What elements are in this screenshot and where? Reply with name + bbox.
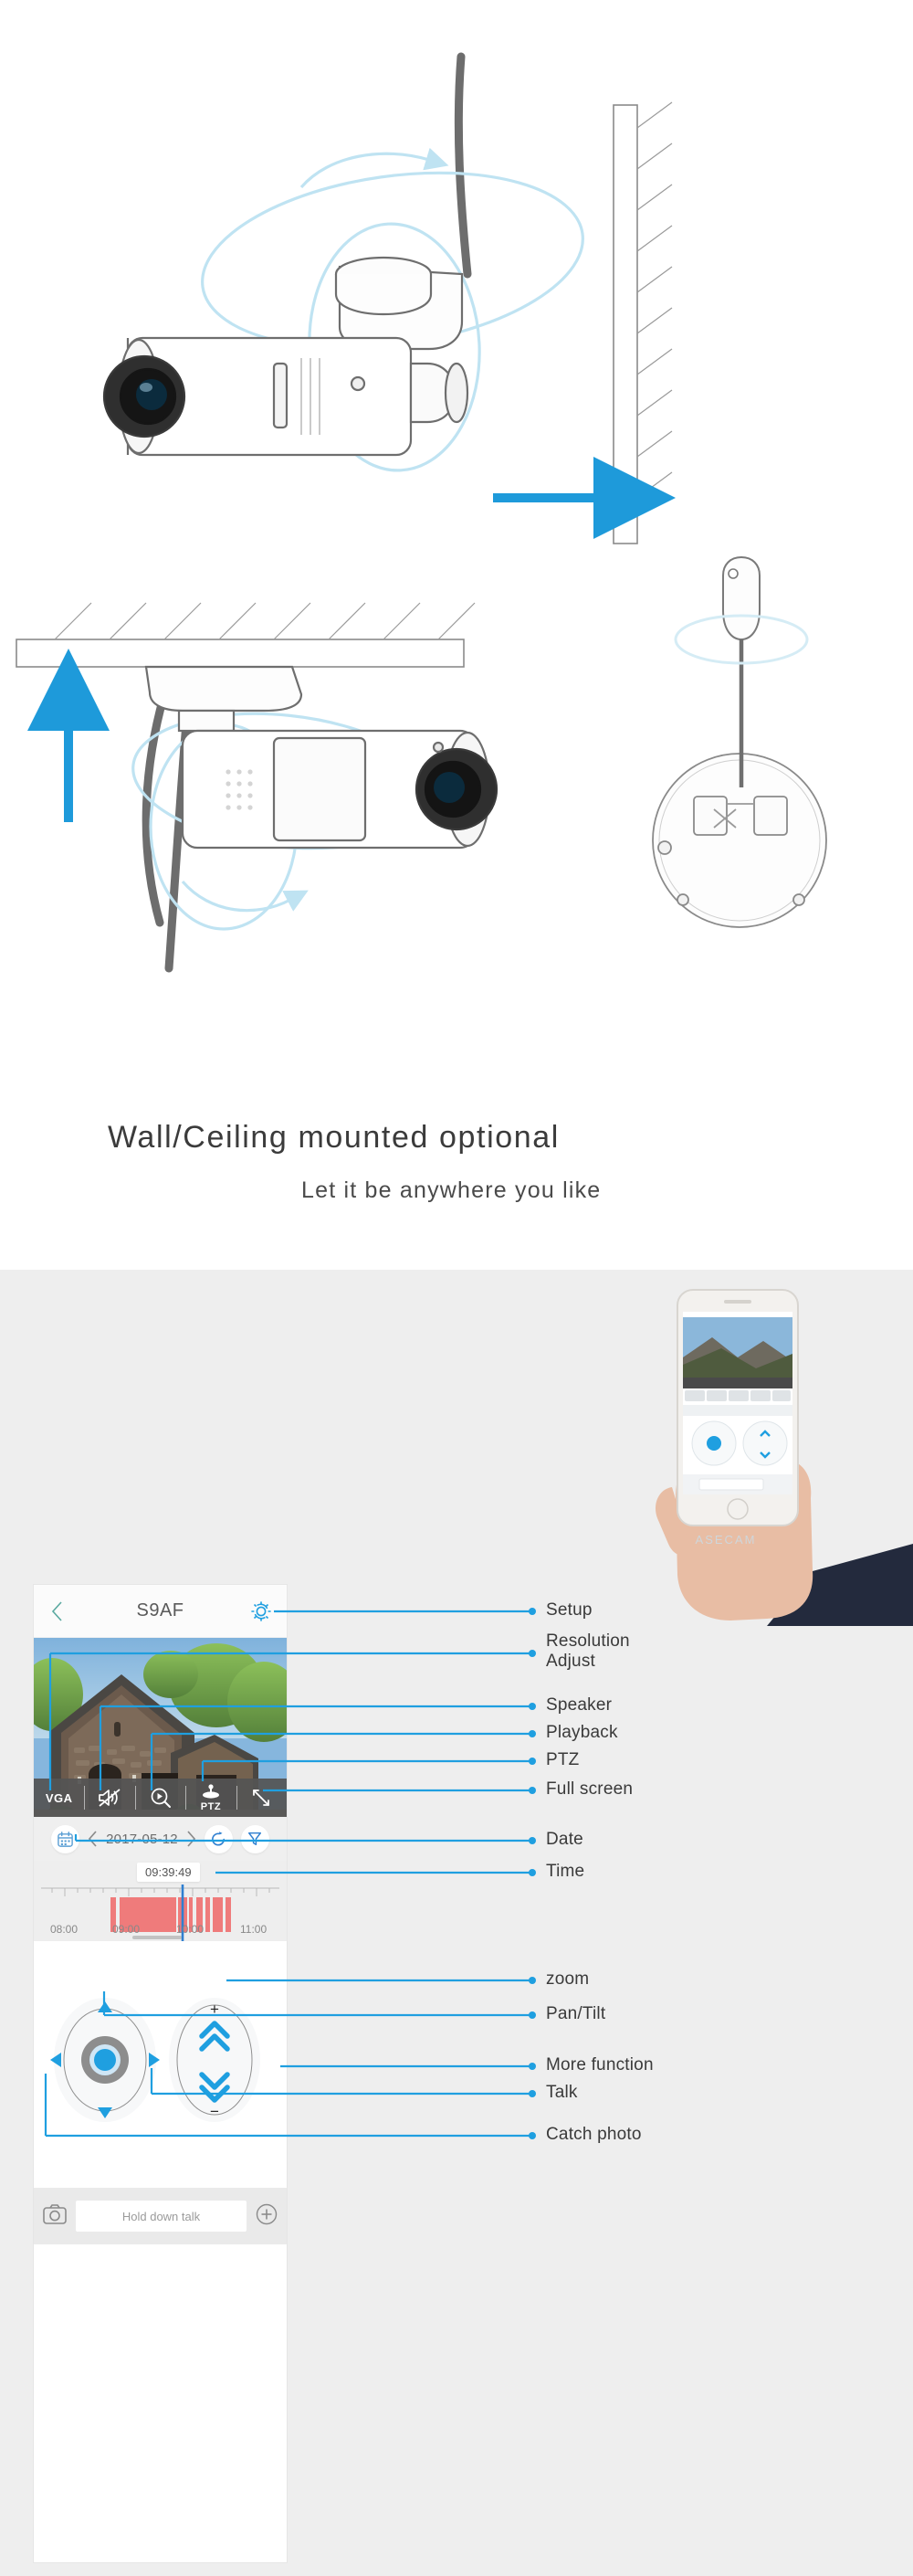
camera-icon [43, 2203, 67, 2224]
app-walkthrough-section: ASECAM S9AF VGA PTZ 2017-05-12 09:39:49 … [0, 1270, 913, 2576]
ceiling-surface [16, 602, 476, 668]
timeline-hour-label: 10:00 [176, 1923, 205, 1936]
svg-text:−: − [210, 2103, 219, 2120]
ptz-label: PTZ [200, 1800, 222, 1812]
annotation-date: Date [546, 1830, 583, 1849]
plus-circle-icon [256, 2203, 278, 2224]
ptz-control-area: + − [34, 1941, 287, 2188]
page-title: Wall/Ceiling mounted optional [108, 1120, 560, 1155]
date-value: 2017-05-12 [106, 1831, 178, 1847]
more-function-button[interactable] [256, 2203, 278, 2230]
annotation-morefunction: More function [546, 2055, 654, 2075]
annotation-ptz: PTZ [546, 1750, 580, 1769]
app-bottom-bar: Hold down talk [34, 2188, 287, 2244]
refresh-icon [211, 1831, 225, 1845]
ptz-controls-svg[interactable]: + − [34, 1941, 287, 2188]
annotation-catchphoto: Catch photo [546, 2125, 642, 2144]
headings-block: Wall/Ceiling mounted optional Let it be … [0, 1120, 913, 1204]
camera-body-wall [102, 256, 469, 457]
mounting-diagrams-svg [16, 52, 827, 973]
talk-placeholder: Hold down talk [121, 2209, 201, 2223]
page-subtitle: Let it be anywhere you like [301, 1177, 602, 1203]
playback-search-icon [151, 1788, 171, 1808]
app-header: S9AF [34, 1585, 287, 1638]
annotation-zoom: zoom [546, 1969, 590, 1989]
product-illustration-section [0, 0, 913, 1270]
camera-body-ceiling [144, 665, 498, 850]
fullscreen-button[interactable] [236, 1779, 287, 1817]
annotation-time: Time [546, 1862, 585, 1881]
prev-day-button[interactable] [88, 1831, 98, 1847]
timeline-hour-label: 09:00 [112, 1923, 141, 1936]
hand-holding-phone-photo: ASECAM [539, 1270, 913, 1626]
joystick-icon [202, 1783, 219, 1799]
calendar-icon [58, 1831, 73, 1847]
annotation-playback: Playback [546, 1723, 618, 1742]
wall-surface [613, 101, 673, 544]
annotation-fullscreen: Full screen [546, 1779, 634, 1799]
talk-button[interactable]: Hold down talk [76, 2201, 247, 2232]
next-day-button[interactable] [186, 1831, 196, 1847]
date-navigation-bar: 2017-05-12 [34, 1817, 287, 1861]
catch-photo-button[interactable] [43, 2203, 67, 2229]
annotation-setup: Setup [546, 1600, 593, 1620]
app-screen-mock: S9AF VGA PTZ 2017-05-12 09:39:49 08:00 0… [34, 1585, 287, 2562]
calendar-button[interactable] [51, 1824, 80, 1853]
annotation-pantilt: Pan/Tilt [546, 2004, 606, 2023]
speaker-muted-icon [99, 1789, 121, 1807]
resolution-label: VGA [45, 1790, 73, 1805]
timeline-hour-label: 08:00 [50, 1923, 79, 1936]
svg-text:ASECAM: ASECAM [696, 1533, 757, 1547]
svg-text:+: + [210, 2001, 219, 2018]
back-button[interactable] [50, 1600, 63, 1622]
ptz-button[interactable]: PTZ [185, 1779, 236, 1817]
filter-funnel-icon [248, 1832, 262, 1846]
annotation-talk: Talk [546, 2083, 578, 2102]
resolution-button[interactable]: VGA [34, 1779, 84, 1817]
antenna [454, 52, 472, 279]
filter-button[interactable] [240, 1824, 269, 1853]
fullscreen-arrows-icon [253, 1789, 270, 1806]
speaker-mute-button[interactable] [84, 1779, 134, 1817]
gear-icon[interactable] [248, 1599, 274, 1624]
live-video-preview[interactable]: VGA PTZ [34, 1638, 287, 1817]
refresh-button[interactable] [204, 1824, 233, 1853]
current-time-badge: 09:39:49 [137, 1863, 200, 1882]
zoom-pad: + − [169, 1998, 260, 2122]
playback-button[interactable] [134, 1779, 185, 1817]
timeline[interactable]: 09:39:49 08:00 09:00 10:00 11:00 [34, 1861, 287, 1941]
annotation-speaker: Speaker [546, 1695, 613, 1715]
screwdriver [722, 555, 761, 787]
annotation-resolution: Resolution Adjust [546, 1631, 630, 1672]
timeline-hour-label: 11:00 [240, 1923, 268, 1936]
video-toolbar: VGA PTZ [34, 1779, 287, 1817]
